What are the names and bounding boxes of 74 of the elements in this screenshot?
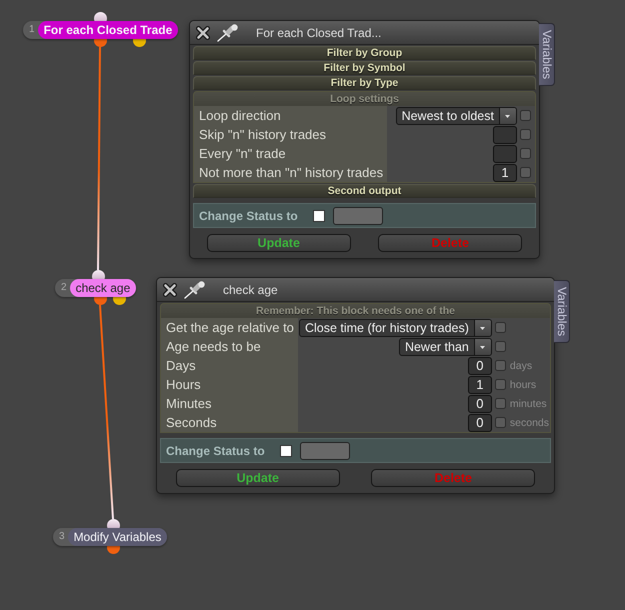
checkbox[interactable]	[520, 167, 531, 178]
status-checkbox[interactable]	[280, 444, 292, 456]
node-number: 1	[28, 23, 36, 37]
update-button[interactable]: Update	[206, 234, 351, 252]
node-number: 2	[60, 281, 68, 295]
status-label: Change Status to	[166, 444, 265, 458]
number-field[interactable]	[493, 126, 517, 144]
unit-label: hours	[510, 378, 538, 390]
caret-icon[interactable]	[474, 320, 491, 336]
window-title: check age	[223, 282, 278, 296]
field-label: Every "n" trade	[194, 144, 388, 163]
output-port-icon[interactable]	[106, 546, 120, 554]
section-header[interactable]: Filter by Type	[193, 76, 536, 90]
section-header[interactable]: Filter by Group	[193, 46, 536, 60]
number-field[interactable]: 0	[468, 356, 492, 374]
close-icon[interactable]	[163, 282, 177, 296]
number-field[interactable]: 0	[468, 414, 492, 432]
number-field[interactable]: 0	[468, 394, 492, 412]
field-label: Days	[161, 356, 298, 375]
pin-icon[interactable]	[184, 280, 206, 298]
checkbox[interactable]	[520, 148, 531, 159]
status-label: Change Status to	[199, 208, 298, 222]
pin-icon[interactable]	[217, 24, 239, 42]
variables-tab[interactable]: Variables	[554, 280, 570, 344]
checkbox[interactable]	[520, 129, 531, 140]
output-port-icon[interactable]	[94, 297, 106, 305]
input-port-icon[interactable]	[94, 12, 106, 21]
field-label: Age needs to be	[161, 337, 298, 356]
field-label: Minutes	[161, 394, 298, 413]
input-port-icon[interactable]	[92, 270, 104, 279]
field-label: Get the age relative to	[161, 318, 298, 337]
field-label: Not more than "n" history trades	[194, 163, 388, 182]
checkbox[interactable]	[494, 398, 506, 409]
field-label: Skip "n" history trades	[194, 125, 388, 144]
status-field[interactable]	[332, 206, 383, 224]
update-button[interactable]: Update	[176, 469, 340, 487]
number-field[interactable]: 1	[493, 164, 517, 182]
output-port-icon[interactable]	[132, 39, 146, 47]
variables-tab[interactable]: Variables	[539, 23, 555, 86]
flow-node[interactable]: 3 Modify Variables	[53, 528, 168, 546]
unit-label: seconds	[510, 416, 550, 428]
unit-label: days	[510, 360, 534, 372]
unit-label: minutes	[510, 398, 548, 410]
node-number: 3	[58, 530, 66, 544]
status-checkbox[interactable]	[312, 210, 325, 222]
node-label[interactable]: For each Closed Trade	[38, 21, 178, 39]
checkbox[interactable]	[494, 341, 506, 352]
input-port-icon[interactable]	[106, 519, 120, 528]
dropdown[interactable]: Close time (for history trades)	[298, 318, 492, 336]
flow-node[interactable]: 2 check age	[55, 279, 136, 297]
output-port-icon[interactable]	[94, 39, 106, 47]
checkbox[interactable]	[494, 360, 506, 371]
section-header[interactable]: Filter by Symbol	[193, 61, 536, 75]
checkbox[interactable]	[520, 110, 531, 121]
checkbox[interactable]	[494, 322, 506, 333]
output-port-icon[interactable]	[112, 297, 126, 305]
dropdown[interactable]: Newest to oldest	[396, 106, 517, 124]
checkbox[interactable]	[494, 417, 506, 428]
caret-icon[interactable]	[474, 338, 491, 354]
number-field[interactable]: 1	[468, 376, 492, 394]
close-icon[interactable]	[196, 26, 210, 40]
section-header[interactable]: Second output	[193, 184, 536, 198]
window-title: For each Closed Trad...	[256, 26, 382, 40]
checkbox[interactable]	[494, 379, 506, 390]
field-label: Loop direction	[194, 106, 388, 125]
status-field[interactable]	[300, 442, 350, 460]
node-label[interactable]: check age	[70, 279, 136, 297]
flow-node[interactable]: 1 For each Closed Trade	[23, 21, 178, 39]
caret-icon[interactable]	[499, 108, 516, 124]
node-label[interactable]: Modify Variables	[68, 528, 168, 546]
field-label: Hours	[161, 375, 298, 394]
dropdown[interactable]: Newer than	[398, 338, 492, 356]
number-field[interactable]	[493, 144, 517, 162]
field-label: Seconds	[161, 413, 298, 432]
